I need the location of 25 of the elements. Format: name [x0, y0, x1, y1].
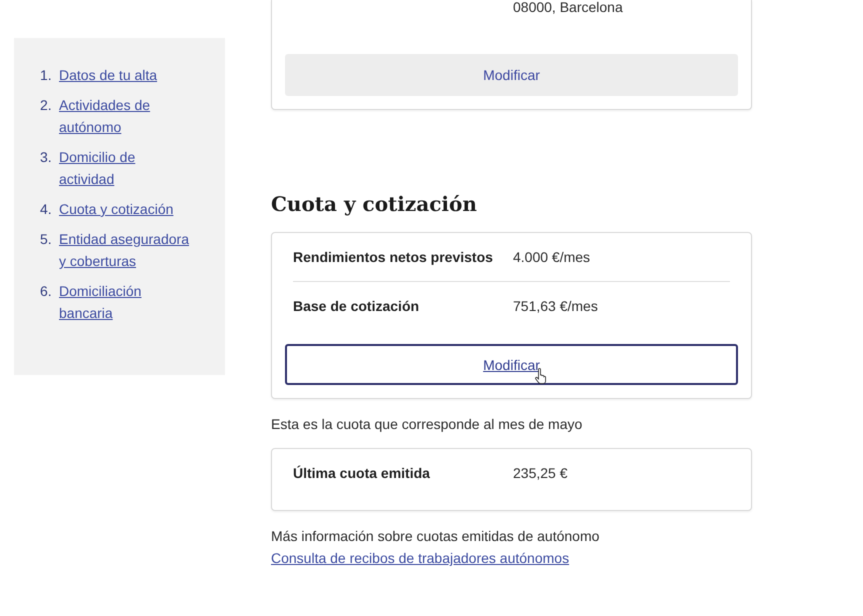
- field-value: 751,63 €/mes: [513, 297, 598, 316]
- section-title: Cuota y cotización: [271, 191, 478, 218]
- field-value: 235,25 €: [513, 464, 568, 483]
- item-number: 3.: [40, 148, 53, 167]
- field-label: Rendimientos netos previstos: [293, 248, 494, 267]
- item-number: 1.: [40, 66, 53, 85]
- sidebar-link[interactable]: Domicilio de actividad: [59, 146, 192, 190]
- modify-button[interactable]: Modificar: [285, 54, 738, 96]
- item-number: 5.: [40, 230, 53, 249]
- field-label: Base de cotización: [293, 297, 420, 316]
- sidebar-link[interactable]: Datos de tu alta: [59, 64, 192, 86]
- field-value: 4.000 €/mes: [513, 248, 590, 267]
- field-value: 08000, Barcelona: [513, 0, 623, 14]
- modify-button[interactable]: Modificar: [285, 344, 738, 385]
- info-text: Más información sobre cuotas emitidas de autónomo Consulta de recibos de trabajadores autónomos: [271, 527, 600, 568]
- sidebar-link[interactable]: Cuota y cotización: [59, 198, 192, 220]
- item-number: 2.: [40, 96, 53, 115]
- receipts-link[interactable]: Consulta de recibos de trabajadores autónomos: [271, 550, 570, 566]
- sidebar-link[interactable]: Entidad aseguradora y coberturas: [59, 228, 192, 272]
- field-label: Última cuota emitida: [293, 464, 431, 483]
- note-text: Esta es la cuota que corresponde al mes de mayo: [271, 415, 584, 434]
- sidebar-link[interactable]: Domiciliación bancaria: [59, 280, 192, 324]
- item-number: 4.: [40, 200, 53, 219]
- sidebar-link[interactable]: Actividades de autónomo: [59, 94, 192, 138]
- item-number: 6.: [40, 282, 53, 301]
